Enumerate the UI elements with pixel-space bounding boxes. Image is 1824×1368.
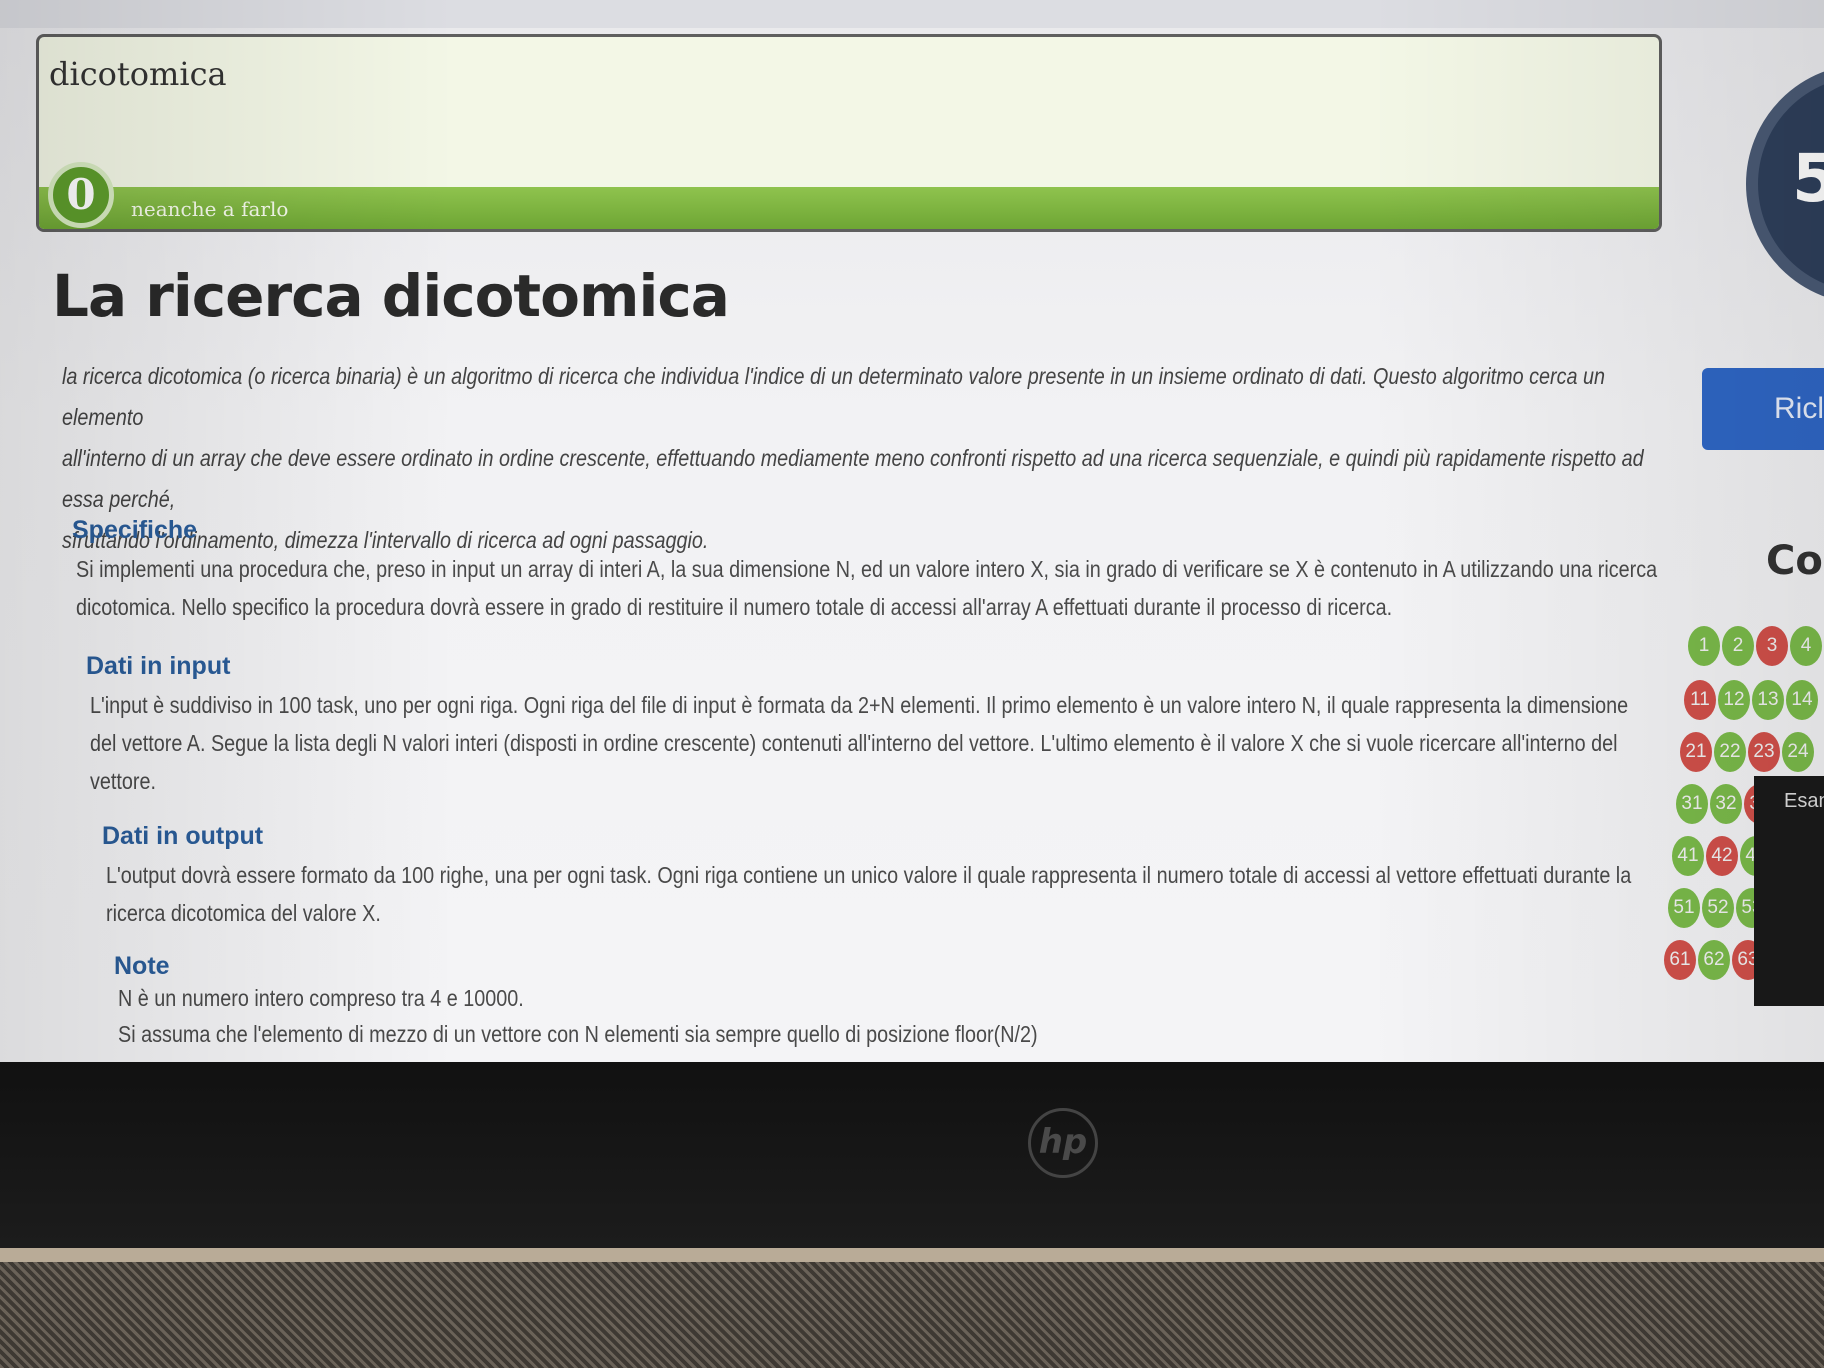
intro-line: la ricerca dicotomica (o ricerca binaria… [62, 363, 1606, 430]
task-bubble[interactable]: 24 [1782, 732, 1814, 772]
timer-value: 5 [1792, 140, 1824, 217]
task-bubble[interactable]: 1 [1688, 626, 1720, 666]
text-line: ricerca dicotomica del valore X. [106, 900, 381, 926]
task-bubble[interactable]: 52 [1702, 888, 1734, 928]
task-bubble[interactable]: 12 [1718, 680, 1750, 720]
text-line: L'input è suddiviso in 100 task, uno per… [90, 692, 1629, 718]
problem-id: dicotomica [49, 55, 227, 93]
task-row: 1 2 3 4 [1688, 626, 1822, 666]
task-row: 61 62 63 [1664, 940, 1764, 980]
task-row: 11 12 13 14 [1684, 680, 1818, 720]
task-bubble[interactable]: 61 [1664, 940, 1696, 980]
section-title-output: Dati in output [102, 822, 264, 850]
laptop-keyboard-deck [0, 1248, 1824, 1368]
text-line: L'output dovrà essere formato da 100 rig… [106, 862, 1632, 888]
intro-paragraph: la ricerca dicotomica (o ricerca binaria… [62, 356, 1662, 561]
task-bubble[interactable]: 32 [1710, 784, 1742, 824]
text-line: dicotomica. Nello specifico la procedura… [76, 594, 1393, 620]
hp-logo: hp [1028, 1108, 1098, 1178]
score-badge: 0 [48, 162, 114, 228]
task-bubble[interactable]: 41 [1672, 836, 1704, 876]
exam-panel: Esan [1754, 776, 1824, 1006]
task-bubble[interactable]: 11 [1684, 680, 1716, 720]
browser-top-bar [0, 0, 1824, 28]
text-line: N è un numero intero compreso tra 4 e 10… [118, 985, 524, 1011]
score-label: neanche a farlo [131, 197, 289, 221]
task-bubble[interactable]: 3 [1756, 626, 1788, 666]
task-row: 51 52 53 [1668, 888, 1768, 928]
page-title: La ricerca dicotomica [52, 262, 730, 330]
sidebar-heading: Cor [1766, 538, 1824, 584]
laptop-bezel [0, 1062, 1824, 1248]
section-text-specifiche: Si implementi una procedura che, preso i… [76, 550, 1676, 626]
task-bubble[interactable]: 2 [1722, 626, 1754, 666]
task-bubble[interactable]: 22 [1714, 732, 1746, 772]
task-bubble[interactable]: 51 [1668, 888, 1700, 928]
task-bubble[interactable]: 42 [1706, 836, 1738, 876]
text-line: Si implementi una procedura che, preso i… [76, 556, 1658, 582]
task-bubble[interactable]: 62 [1698, 940, 1730, 980]
section-title-specifiche: Specifiche [72, 516, 198, 544]
submit-button[interactable]: Ricl [1702, 368, 1824, 450]
section-text-input: L'input è suddiviso in 100 task, uno per… [90, 686, 1690, 800]
section-text-note: N è un numero intero compreso tra 4 e 10… [118, 980, 1718, 1052]
text-line: Si assuma che l'elemento di mezzo di un … [118, 1021, 1038, 1047]
intro-line: all'interno di un array che deve essere … [62, 445, 1644, 512]
section-title-input: Dati in input [86, 652, 231, 680]
task-bubble[interactable]: 31 [1676, 784, 1708, 824]
text-line: del vettore A. Segue la lista degli N va… [90, 730, 1618, 756]
task-bubble[interactable]: 13 [1752, 680, 1784, 720]
problem-header-box: dicotomica neanche a farlo [36, 34, 1662, 232]
section-title-note: Note [114, 952, 170, 980]
exam-label: Esan [1784, 790, 1824, 812]
browser-viewport: dicotomica neanche a farlo 0 La ricerca … [0, 0, 1824, 1062]
task-bubble[interactable]: 21 [1680, 732, 1712, 772]
task-bubble[interactable]: 23 [1748, 732, 1780, 772]
section-text-output: L'output dovrà essere formato da 100 rig… [106, 856, 1706, 932]
text-line: vettore. [90, 768, 156, 794]
task-bubble[interactable]: 14 [1786, 680, 1818, 720]
task-row: 21 22 23 24 [1680, 732, 1814, 772]
task-bubble[interactable]: 4 [1790, 626, 1822, 666]
